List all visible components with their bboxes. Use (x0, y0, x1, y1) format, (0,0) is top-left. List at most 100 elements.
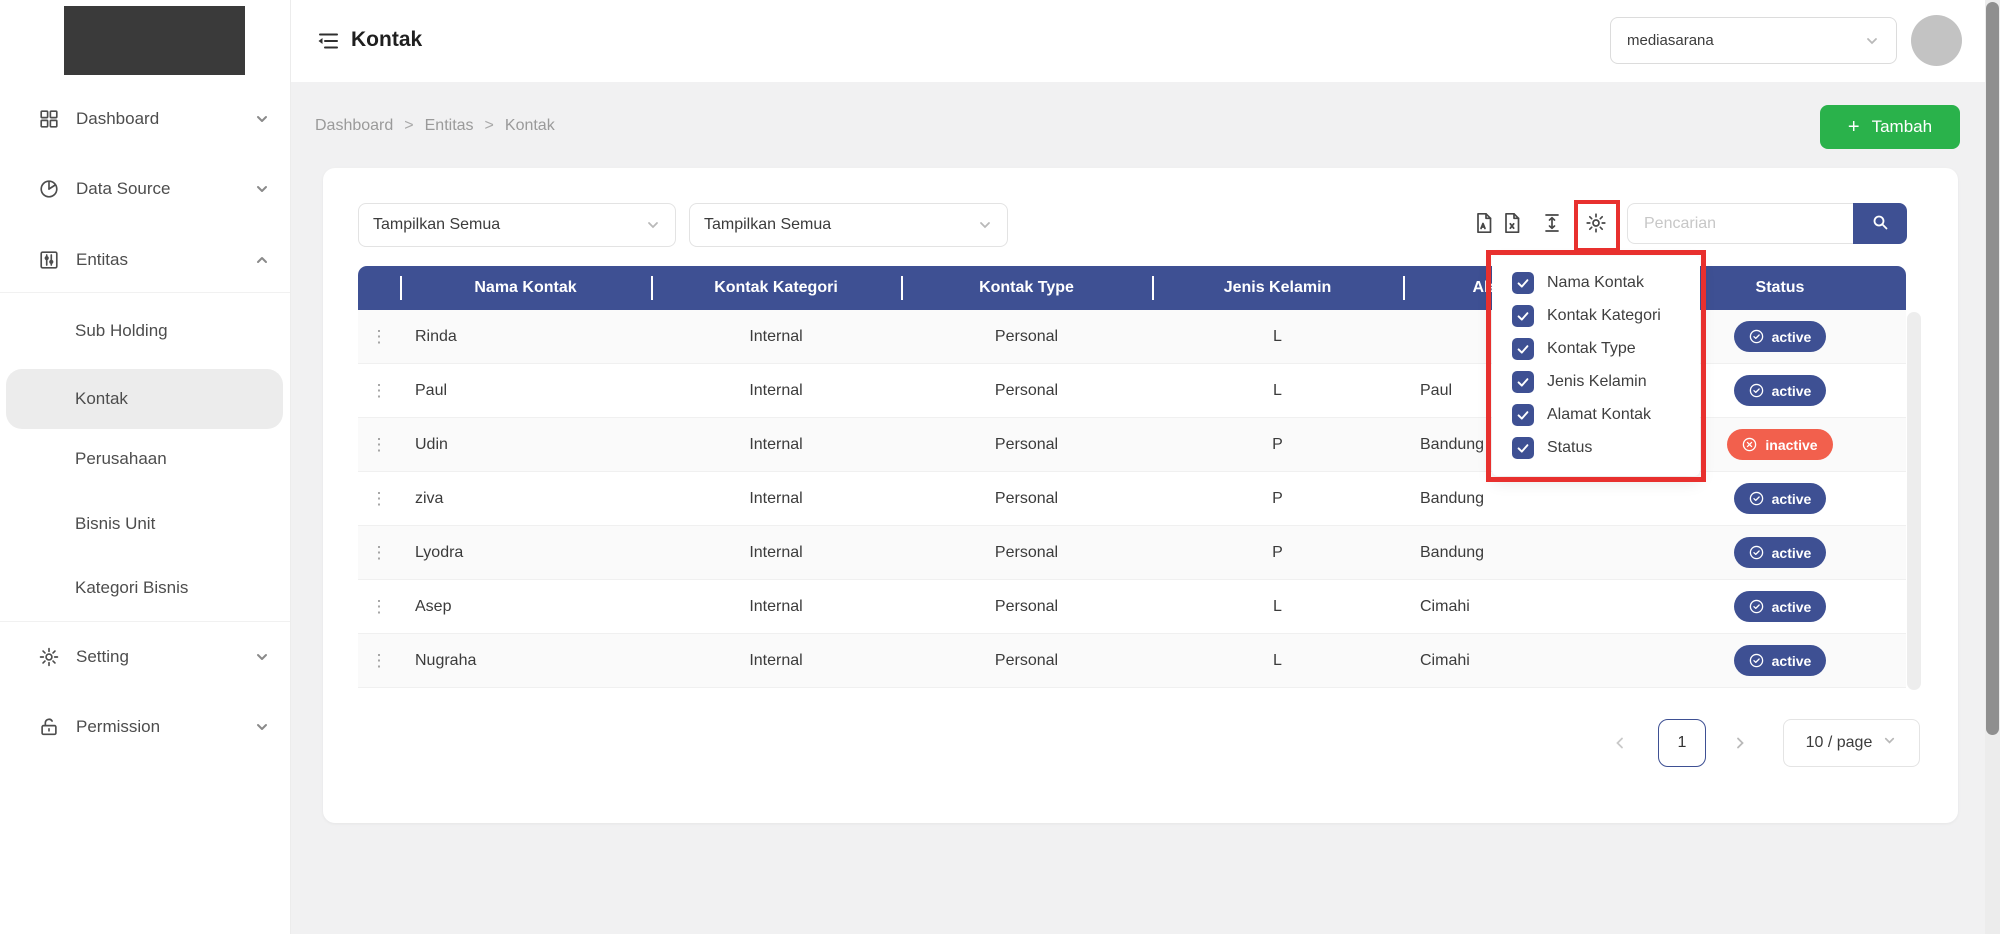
search-input[interactable] (1627, 203, 1853, 244)
current-page-button[interactable]: 1 (1658, 719, 1706, 767)
cell-status: active (1654, 645, 1906, 676)
column-header: Kontak Type (901, 266, 1152, 310)
sidebar-item-dashboard[interactable]: Dashboard (20, 97, 276, 141)
table-row: ⋮NugrahaInternalPersonalLCimahiactive (358, 634, 1906, 688)
cell-kontak-type: Personal (901, 490, 1152, 508)
sidebar-subitem-label: Bisnis Unit (75, 514, 155, 534)
sidebar-item-label: Setting (76, 647, 129, 667)
cell-nama-kontak: Udin (400, 436, 651, 454)
breadcrumb-separator: > (485, 117, 494, 135)
row-actions-button[interactable]: ⋮ (358, 490, 400, 507)
row-actions-button[interactable]: ⋮ (358, 382, 400, 399)
export-excel-icon[interactable] (1499, 210, 1525, 236)
sidebar-item-sub-holding[interactable]: Sub Holding (6, 301, 283, 361)
page-size-select[interactable]: 10 / page (1783, 719, 1920, 767)
cell-kontak-kategori: Internal (651, 544, 901, 562)
column-height-icon[interactable] (1539, 210, 1565, 236)
column-settings-gear-icon[interactable] (1583, 210, 1609, 236)
column-menu-item[interactable]: Status (1492, 431, 1700, 464)
export-pdf-icon[interactable] (1471, 210, 1497, 236)
page-scrollbar-track[interactable] (1985, 0, 2000, 934)
status-badge-label: active (1772, 545, 1812, 561)
sidebar-item-kategori-bisnis[interactable]: Kategori Bisnis (6, 558, 283, 618)
dashboard-grid-icon (38, 108, 60, 130)
column-menu-item[interactable]: Kontak Type (1492, 332, 1700, 365)
column-menu-item[interactable]: Kontak Kategori (1492, 299, 1700, 332)
cell-kontak-kategori: Internal (651, 382, 901, 400)
column-checkbox[interactable] (1512, 272, 1534, 294)
cell-status: active (1654, 483, 1906, 514)
filter-select-kategori[interactable]: Tampilkan Semua (358, 203, 676, 247)
column-menu-item[interactable]: Nama Kontak (1492, 266, 1700, 299)
table-row: ⋮AsepInternalPersonalLCimahiactive (358, 580, 1906, 634)
sidebar-item-data-source[interactable]: Data Source (20, 167, 276, 211)
filter-select-value: Tampilkan Semua (373, 216, 500, 234)
cell-nama-kontak: Nugraha (400, 652, 651, 670)
next-page-icon[interactable] (1728, 731, 1752, 755)
workspace-select[interactable]: mediasarana (1610, 17, 1897, 64)
chevron-down-icon (977, 217, 993, 233)
row-actions-button[interactable]: ⋮ (358, 436, 400, 453)
topbar: Kontak mediasarana (291, 0, 2000, 82)
search-button[interactable] (1853, 203, 1907, 244)
menu-fold-icon[interactable] (316, 29, 340, 53)
chevron-down-icon (1864, 33, 1880, 49)
row-actions-button[interactable]: ⋮ (358, 544, 400, 561)
row-actions-button[interactable]: ⋮ (358, 328, 400, 345)
sidebar-item-permission[interactable]: Permission (20, 705, 276, 749)
column-checkbox[interactable] (1512, 371, 1534, 393)
status-badge: active (1734, 483, 1827, 514)
sidebar-item-bisnis-unit[interactable]: Bisnis Unit (6, 494, 283, 554)
cell-nama-kontak: ziva (400, 490, 651, 508)
page-scrollbar-thumb[interactable] (1986, 2, 1999, 735)
column-checkbox[interactable] (1512, 437, 1534, 459)
cell-alamat-kontak: Cimahi (1403, 652, 1654, 670)
cell-kontak-type: Personal (901, 328, 1152, 346)
filter-select-type[interactable]: Tampilkan Semua (689, 203, 1008, 247)
sidebar-subitem-label: Kontak (75, 389, 128, 409)
column-checkbox[interactable] (1512, 305, 1534, 327)
column-menu-item-label: Status (1547, 439, 1592, 457)
sidebar-item-setting[interactable]: Setting (20, 635, 276, 679)
breadcrumb-item-dashboard[interactable]: Dashboard (315, 117, 393, 135)
chevron-down-icon (254, 649, 270, 665)
cell-jenis-kelamin: P (1152, 436, 1403, 454)
avatar[interactable] (1911, 15, 1962, 66)
status-badge-label: inactive (1765, 437, 1817, 453)
chevron-down-icon (254, 719, 270, 735)
cell-kontak-type: Personal (901, 598, 1152, 616)
cell-jenis-kelamin: L (1152, 652, 1403, 670)
sidebar-item-entitas[interactable]: Entitas (20, 238, 276, 282)
row-actions-button[interactable]: ⋮ (358, 652, 400, 669)
sidebar-item-perusahaan[interactable]: Perusahaan (6, 429, 283, 489)
add-button[interactable]: + Tambah (1820, 105, 1960, 149)
status-badge: active (1734, 591, 1827, 622)
status-badge-label: active (1772, 329, 1812, 345)
row-actions-button[interactable]: ⋮ (358, 598, 400, 615)
column-header: Nama Kontak (400, 266, 651, 310)
cell-kontak-kategori: Internal (651, 436, 901, 454)
pagination: 1 10 / page (323, 719, 1958, 767)
chevron-down-icon (1882, 733, 1897, 753)
column-checkbox[interactable] (1512, 338, 1534, 360)
table-row: ⋮zivaInternalPersonalPBandungactive (358, 472, 1906, 526)
previous-page-icon[interactable] (1608, 731, 1632, 755)
sidebar: Dashboard Data Source Entitas Sub Holdin… (0, 0, 291, 934)
sidebar-subitem-label: Kategori Bisnis (75, 578, 188, 598)
column-checkbox[interactable] (1512, 404, 1534, 426)
column-menu-item-label: Kontak Type (1547, 340, 1636, 358)
cell-nama-kontak: Rinda (400, 328, 651, 346)
column-header: Kontak Kategori (651, 266, 901, 310)
cell-kontak-kategori: Internal (651, 328, 901, 346)
cell-kontak-type: Personal (901, 382, 1152, 400)
cell-jenis-kelamin: L (1152, 328, 1403, 346)
column-menu-item-label: Kontak Kategori (1547, 307, 1661, 325)
cell-kontak-kategori: Internal (651, 490, 901, 508)
breadcrumb-item-entitas[interactable]: Entitas (425, 117, 474, 135)
sidebar-item-kontak[interactable]: Kontak (6, 369, 283, 429)
workspace-select-value: mediasarana (1627, 32, 1714, 49)
table-scrollbar[interactable] (1907, 312, 1921, 690)
breadcrumb-item-kontak[interactable]: Kontak (505, 117, 555, 135)
column-menu-item[interactable]: Jenis Kelamin (1492, 365, 1700, 398)
column-menu-item[interactable]: Alamat Kontak (1492, 398, 1700, 431)
